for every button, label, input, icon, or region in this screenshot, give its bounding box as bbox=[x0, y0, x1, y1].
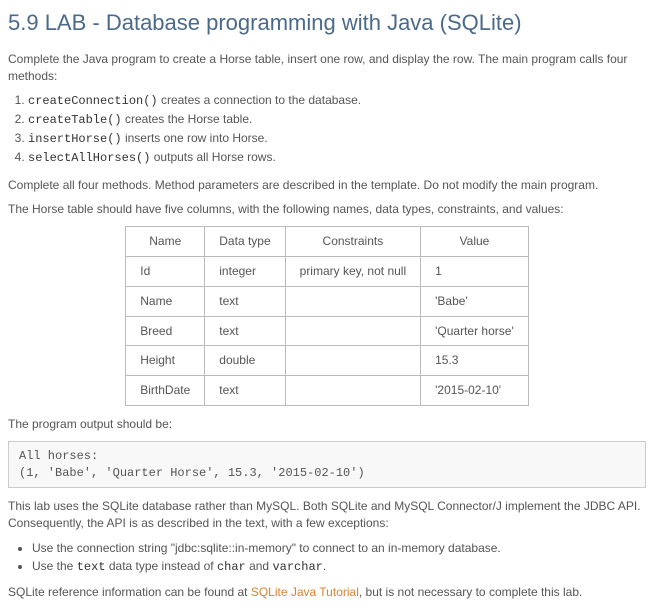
td: '2015-02-10' bbox=[421, 376, 529, 406]
table-row: Height double 15.3 bbox=[126, 346, 529, 376]
td: double bbox=[205, 346, 285, 376]
td: BirthDate bbox=[126, 376, 205, 406]
th: Constraints bbox=[285, 227, 420, 257]
method-desc: outputs all Horse rows. bbox=[150, 150, 275, 164]
bullet-text: Use the bbox=[32, 559, 77, 573]
schema-table: Name Data type Constraints Value Id inte… bbox=[125, 226, 529, 406]
table-row: BirthDate text '2015-02-10' bbox=[126, 376, 529, 406]
methods-list: createConnection() creates a connection … bbox=[28, 92, 646, 166]
list-item: createConnection() creates a connection … bbox=[28, 92, 646, 110]
td: text bbox=[205, 316, 285, 346]
th: Value bbox=[421, 227, 529, 257]
bullet-text: data type instead of bbox=[106, 559, 217, 573]
output-label: The program output should be: bbox=[8, 416, 646, 433]
method-desc: creates the Horse table. bbox=[122, 112, 253, 126]
bullet-text: and bbox=[246, 559, 273, 573]
instruction-paragraph: Complete all four methods. Method parame… bbox=[8, 177, 646, 194]
table-row: Id integer primary key, not null 1 bbox=[126, 256, 529, 286]
ref-pre: SQLite reference information can be foun… bbox=[8, 585, 251, 599]
td: 'Babe' bbox=[421, 286, 529, 316]
bullet-text: . bbox=[323, 559, 326, 573]
ref-post: , but is not necessary to complete this … bbox=[359, 585, 582, 599]
td bbox=[285, 376, 420, 406]
method-name: insertHorse() bbox=[28, 132, 122, 146]
td: integer bbox=[205, 256, 285, 286]
list-item: createTable() creates the Horse table. bbox=[28, 111, 646, 129]
td bbox=[285, 346, 420, 376]
td: Id bbox=[126, 256, 205, 286]
list-item: Use the connection string "jdbc:sqlite::… bbox=[32, 540, 646, 557]
td: text bbox=[205, 286, 285, 316]
td: Breed bbox=[126, 316, 205, 346]
method-name: createConnection() bbox=[28, 94, 158, 108]
list-item: insertHorse() inserts one row into Horse… bbox=[28, 130, 646, 148]
method-name: selectAllHorses() bbox=[28, 151, 150, 165]
sqlite-tutorial-link[interactable]: SQLite Java Tutorial bbox=[251, 585, 359, 599]
note-paragraph: This lab uses the SQLite database rather… bbox=[8, 498, 646, 532]
code-text: char bbox=[217, 560, 246, 574]
list-item: Use the text data type instead of char a… bbox=[32, 558, 646, 576]
td bbox=[285, 286, 420, 316]
td bbox=[285, 316, 420, 346]
code-text: text bbox=[77, 560, 106, 574]
list-item: selectAllHorses() outputs all Horse rows… bbox=[28, 149, 646, 167]
output-box: All horses: (1, 'Babe', 'Quarter Horse',… bbox=[8, 441, 646, 489]
td: Height bbox=[126, 346, 205, 376]
td: primary key, not null bbox=[285, 256, 420, 286]
reference-paragraph: SQLite reference information can be foun… bbox=[8, 584, 646, 601]
td: 'Quarter horse' bbox=[421, 316, 529, 346]
th: Data type bbox=[205, 227, 285, 257]
td: 15.3 bbox=[421, 346, 529, 376]
intro-paragraph: Complete the Java program to create a Ho… bbox=[8, 51, 646, 85]
table-row: Breed text 'Quarter horse' bbox=[126, 316, 529, 346]
exceptions-list: Use the connection string "jdbc:sqlite::… bbox=[32, 540, 646, 576]
method-desc: inserts one row into Horse. bbox=[122, 131, 268, 145]
method-name: createTable() bbox=[28, 113, 122, 127]
td: 1 bbox=[421, 256, 529, 286]
th: Name bbox=[126, 227, 205, 257]
code-text: varchar bbox=[272, 560, 322, 574]
page-title: 5.9 LAB - Database programming with Java… bbox=[8, 8, 646, 39]
table-row: Name text 'Babe' bbox=[126, 286, 529, 316]
table-header-row: Name Data type Constraints Value bbox=[126, 227, 529, 257]
td: Name bbox=[126, 286, 205, 316]
td: text bbox=[205, 376, 285, 406]
method-desc: creates a connection to the database. bbox=[158, 93, 361, 107]
table-intro-paragraph: The Horse table should have five columns… bbox=[8, 201, 646, 218]
